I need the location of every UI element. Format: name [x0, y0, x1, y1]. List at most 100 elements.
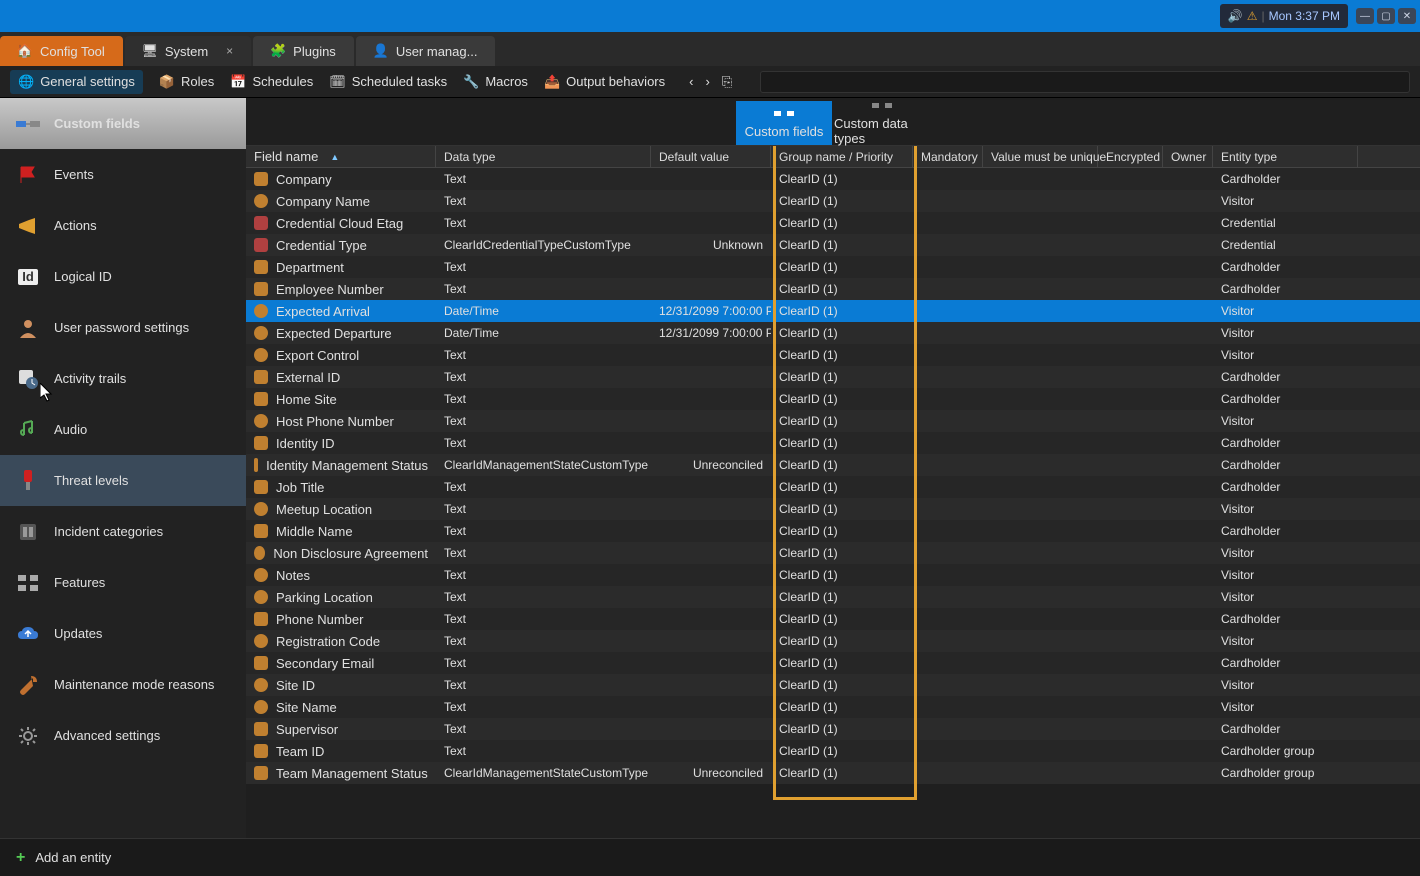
nav-copy-icon[interactable]: ⎘ [722, 74, 732, 90]
sidebar-item-activity-trails[interactable]: Activity trails [0, 353, 246, 404]
field-name-cell: Notes [276, 568, 310, 583]
table-row[interactable]: DepartmentTextClearID (1)Cardholder [246, 256, 1420, 278]
table-row[interactable]: Team Management StatusClearIdManagementS… [246, 762, 1420, 784]
col-field-name[interactable]: Field name▲ [246, 146, 436, 167]
shield-icon[interactable]: ⚠ [1247, 9, 1258, 23]
table-row[interactable]: Employee NumberTextClearID (1)Cardholder [246, 278, 1420, 300]
sidebar-item-features[interactable]: Features [0, 557, 246, 608]
tab-system[interactable]: 🖥System× [125, 36, 251, 66]
toolbar-general-settings[interactable]: 🌐General settings [10, 70, 143, 94]
nav-back-icon[interactable]: ‹ [689, 74, 693, 90]
table-row[interactable]: Company NameTextClearID (1)Visitor [246, 190, 1420, 212]
search-input[interactable] [760, 71, 1410, 93]
add-entity-button[interactable]: Add an entity [35, 850, 111, 865]
sidebar-item-user-password-settings[interactable]: User password settings [0, 302, 246, 353]
table-row[interactable]: Meetup LocationTextClearID (1)Visitor [246, 498, 1420, 520]
sidebar-item-advanced-settings[interactable]: Advanced settings [0, 710, 246, 761]
table-row[interactable]: Site IDTextClearID (1)Visitor [246, 674, 1420, 696]
table-row[interactable]: Middle NameTextClearID (1)Cardholder [246, 520, 1420, 542]
tab-config-tool[interactable]: 🏠Config Tool [0, 36, 123, 66]
toolbar: 🌐General settings 📦Roles 📅Schedules 🗓Schedu… [0, 66, 1420, 98]
volume-icon[interactable]: 🔊 [1228, 9, 1243, 23]
table-row[interactable]: Identity IDTextClearID (1)Cardholder [246, 432, 1420, 454]
table-row[interactable]: Expected ArrivalDate/Time12/31/2099 7:00… [246, 300, 1420, 322]
sidebar-item-threat-levels[interactable]: Threat levels [0, 455, 246, 506]
sidebar-item-events[interactable]: Events [0, 149, 246, 200]
field-name-cell: Credential Cloud Etag [276, 216, 403, 231]
col-encrypted[interactable]: Encrypted [1098, 146, 1163, 167]
tab-plugins[interactable]: 🧩Plugins [253, 36, 354, 66]
sidebar-item-audio[interactable]: Audio [0, 404, 246, 455]
col-unique[interactable]: Value must be unique [983, 146, 1098, 167]
table-row[interactable]: Site NameTextClearID (1)Visitor [246, 696, 1420, 718]
field-name-cell: Identity ID [276, 436, 335, 451]
table-row[interactable]: Secondary EmailTextClearID (1)Cardholder [246, 652, 1420, 674]
entity-type-cell: Visitor [1213, 414, 1358, 428]
sidebar-item-actions[interactable]: Actions [0, 200, 246, 251]
table-row[interactable]: Credential Cloud EtagTextClearID (1)Cred… [246, 212, 1420, 234]
table-row[interactable]: Parking LocationTextClearID (1)Visitor [246, 586, 1420, 608]
table-row[interactable]: Team IDTextClearID (1)Cardholder group [246, 740, 1420, 762]
maximize-button[interactable]: ▢ [1377, 8, 1395, 24]
col-owner[interactable]: Owner [1163, 146, 1213, 167]
table-row[interactable]: Job TitleTextClearID (1)Cardholder [246, 476, 1420, 498]
table-row[interactable]: Home SiteTextClearID (1)Cardholder [246, 388, 1420, 410]
incident-icon [16, 520, 40, 544]
col-entity[interactable]: Entity type [1213, 146, 1358, 167]
sidebar-item-custom-fields[interactable]: Custom fields [0, 98, 246, 149]
table-row[interactable]: Phone NumberTextClearID (1)Cardholder [246, 608, 1420, 630]
entity-type-icon [254, 458, 258, 472]
sidebar-item-label: Advanced settings [54, 728, 160, 743]
table-header: Field name▲ Data type Default value Grou… [246, 146, 1420, 168]
col-mandatory[interactable]: Mandatory [913, 146, 983, 167]
sidebar-item-maintenance-mode-reasons[interactable]: Maintenance mode reasons [0, 659, 246, 710]
close-button[interactable]: ✕ [1398, 8, 1416, 24]
subtab-custom-data-types[interactable]: Custom data types [834, 101, 930, 145]
data-type-cell: Text [436, 392, 651, 406]
toolbar-icon: 🔧 [463, 74, 479, 90]
table-row[interactable]: Host Phone NumberTextClearID (1)Visitor [246, 410, 1420, 432]
table-row[interactable]: CompanyTextClearID (1)Cardholder [246, 168, 1420, 190]
close-icon[interactable]: × [226, 44, 233, 58]
table-row[interactable]: Non Disclosure AgreementTextClearID (1)V… [246, 542, 1420, 564]
table-row[interactable]: Credential TypeClearIdCredentialTypeCust… [246, 234, 1420, 256]
data-type-cell: Text [436, 700, 651, 714]
toolbar-roles[interactable]: 📦Roles [159, 74, 214, 90]
sidebar-item-label: Events [54, 167, 94, 182]
sidebar-item-updates[interactable]: Updates [0, 608, 246, 659]
field-name-cell: Employee Number [276, 282, 384, 297]
entity-type-cell: Cardholder [1213, 370, 1358, 384]
sidebar-item-incident-categories[interactable]: Incident categories [0, 506, 246, 557]
table-row[interactable]: Export ControlTextClearID (1)Visitor [246, 344, 1420, 366]
col-group[interactable]: Group name / Priority [771, 146, 913, 167]
entity-type-cell: Visitor [1213, 502, 1358, 516]
subtab-custom-fields[interactable]: Custom fields [736, 101, 832, 145]
table-row[interactable]: Expected DepartureDate/Time12/31/2099 7:… [246, 322, 1420, 344]
tab-user-manag-[interactable]: 👤User manag... [356, 36, 496, 66]
plus-icon[interactable]: + [16, 849, 25, 867]
col-data-type[interactable]: Data type [436, 146, 651, 167]
toolbar-scheduled-tasks[interactable]: 🗓Scheduled tasks [329, 74, 447, 90]
table-row[interactable]: External IDTextClearID (1)Cardholder [246, 366, 1420, 388]
table-row[interactable]: NotesTextClearID (1)Visitor [246, 564, 1420, 586]
group-cell: ClearID (1) [771, 194, 913, 208]
group-cell: ClearID (1) [771, 348, 913, 362]
nav-fwd-icon[interactable]: › [705, 74, 709, 90]
toolbar-output-behaviors[interactable]: 📤Output behaviors [544, 74, 665, 90]
table-row[interactable]: SupervisorTextClearID (1)Cardholder [246, 718, 1420, 740]
custom-fields-table[interactable]: Field name▲ Data type Default value Grou… [246, 146, 1420, 838]
sort-asc-icon: ▲ [330, 152, 339, 162]
minimize-button[interactable]: — [1356, 8, 1374, 24]
table-row[interactable]: Identity Management StatusClearIdManagem… [246, 454, 1420, 476]
col-default-value[interactable]: Default value [651, 146, 771, 167]
table-row[interactable]: Registration CodeTextClearID (1)Visitor [246, 630, 1420, 652]
entity-type-icon [254, 370, 268, 384]
toolbar-schedules[interactable]: 📅Schedules [230, 74, 313, 90]
data-type-cell: Date/Time [436, 304, 651, 318]
sidebar-item-logical-id[interactable]: IdLogical ID [0, 251, 246, 302]
field-name-cell: Phone Number [276, 612, 363, 627]
entity-type-icon [254, 172, 268, 186]
flag-icon [16, 163, 40, 187]
toolbar-macros[interactable]: 🔧Macros [463, 74, 528, 90]
entity-type-cell: Visitor [1213, 568, 1358, 582]
